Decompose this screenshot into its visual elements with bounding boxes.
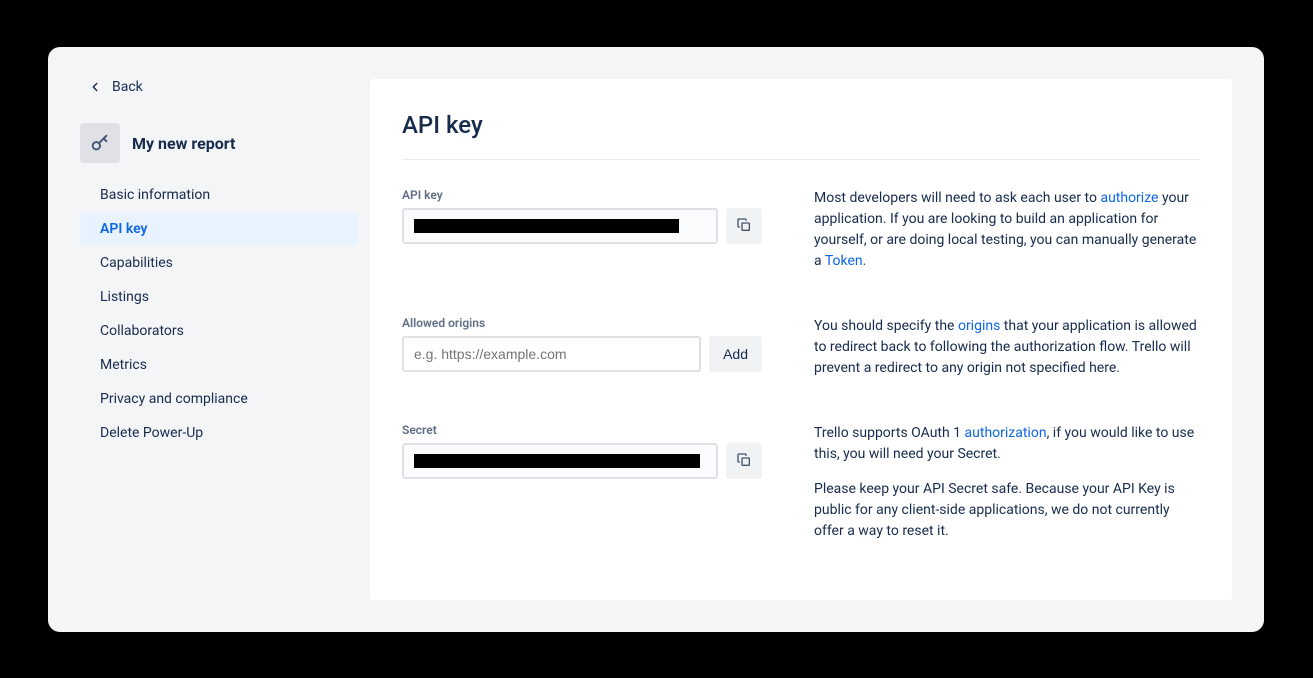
api-key-input[interactable] [402, 208, 718, 244]
page-title: API key [402, 111, 1200, 160]
section-api-key: API key Most developers [402, 188, 1200, 272]
secret-help: Trello supports OAuth 1 authorization, i… [814, 423, 1200, 542]
secret-input[interactable] [402, 443, 718, 479]
project-header: My new report [48, 123, 370, 163]
origins-link[interactable]: origins [958, 318, 1000, 334]
add-origin-button[interactable]: Add [709, 336, 762, 372]
project-name: My new report [132, 134, 235, 153]
copy-secret-button[interactable] [726, 443, 762, 479]
token-link[interactable]: Token [825, 253, 863, 269]
nav-metrics[interactable]: Metrics [80, 349, 358, 381]
copy-icon [736, 452, 752, 471]
allowed-origins-input[interactable] [402, 336, 701, 372]
authorize-link[interactable]: authorize [1100, 190, 1158, 206]
allowed-origins-label: Allowed origins [402, 316, 762, 330]
key-icon [80, 123, 120, 163]
copy-icon [736, 217, 752, 236]
nav-delete-power-up[interactable]: Delete Power-Up [80, 417, 358, 449]
chevron-left-icon [88, 80, 102, 94]
nav-basic-information[interactable]: Basic information [80, 179, 358, 211]
content-panel: API key API key [370, 79, 1232, 600]
api-key-label: API key [402, 188, 762, 202]
sidebar: Back My new report Basic information API… [48, 47, 370, 632]
nav-api-key[interactable]: API key [80, 213, 358, 245]
api-key-help: Most developers will need to ask each us… [814, 188, 1200, 272]
section-secret: Secret Trello supports [402, 423, 1200, 542]
secret-label: Secret [402, 423, 762, 437]
nav-privacy-compliance[interactable]: Privacy and compliance [80, 383, 358, 415]
back-label: Back [112, 79, 143, 95]
redacted-value [414, 454, 700, 468]
nav-collaborators[interactable]: Collaborators [80, 315, 358, 347]
redacted-value [414, 219, 679, 233]
nav-listings[interactable]: Listings [80, 281, 358, 313]
nav-capabilities[interactable]: Capabilities [80, 247, 358, 279]
section-allowed-origins: Allowed origins Add You should specify t… [402, 316, 1200, 379]
allowed-origins-help: You should specify the origins that your… [814, 316, 1200, 379]
back-button[interactable]: Back [48, 79, 370, 95]
authorization-link[interactable]: authorization [965, 425, 1047, 441]
app-frame: Back My new report Basic information API… [48, 47, 1264, 632]
sidebar-nav: Basic information API key Capabilities L… [48, 179, 370, 449]
copy-api-key-button[interactable] [726, 208, 762, 244]
